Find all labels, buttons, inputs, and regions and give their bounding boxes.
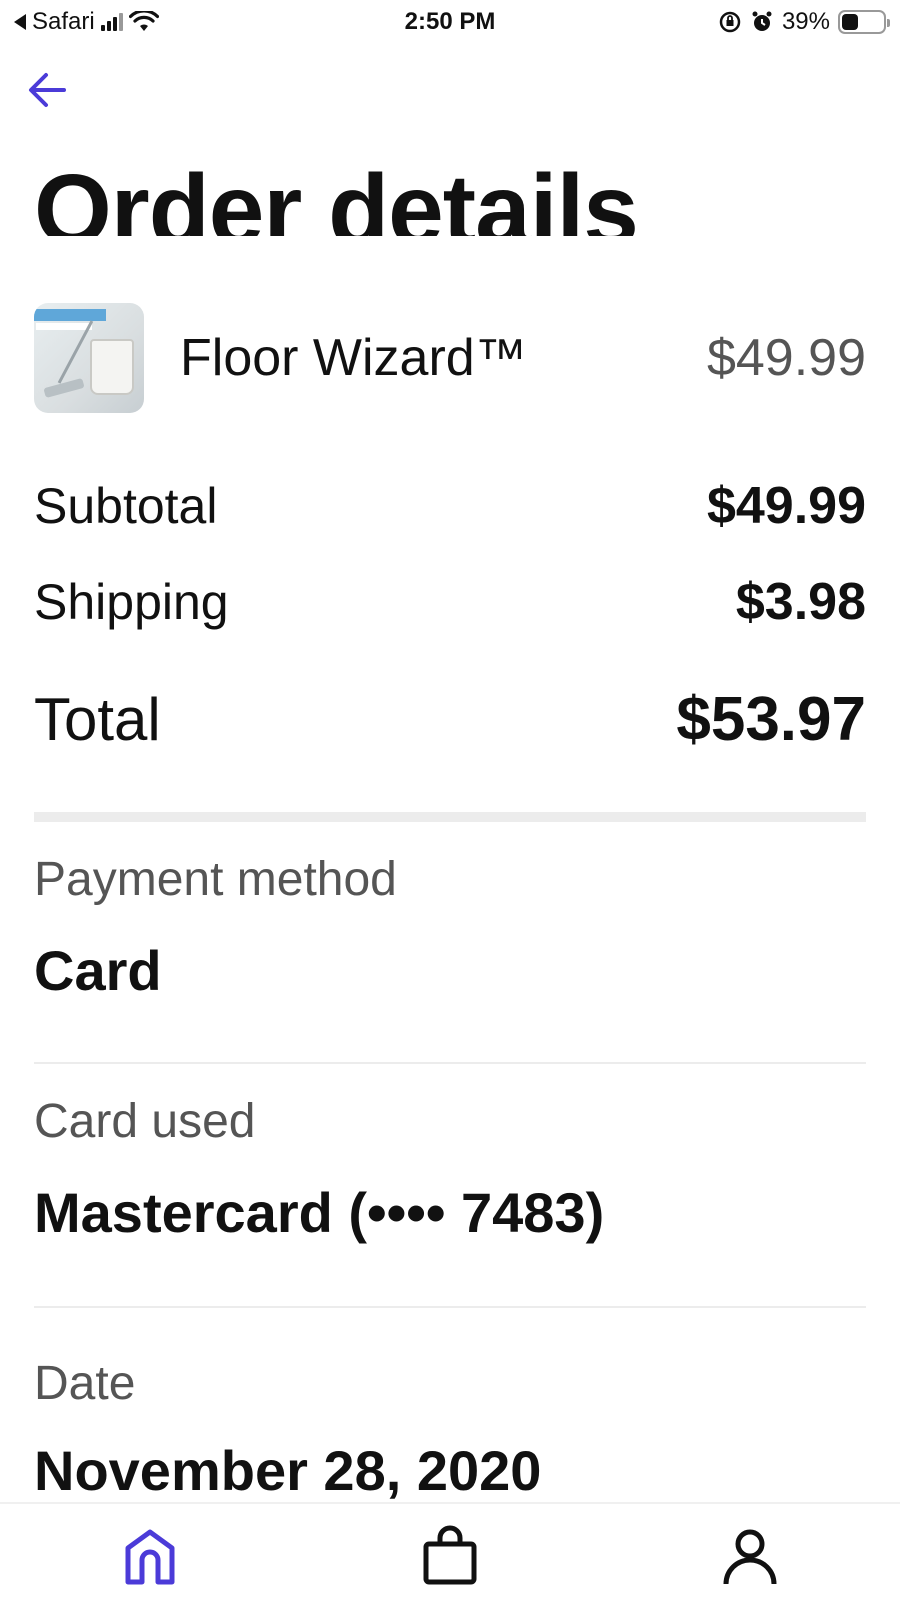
status-bar: Safari 2:50 PM 39% [0,0,900,46]
payment-method-label: Payment method [34,853,397,906]
shipping-row: Shipping $3.98 [34,572,866,632]
item-price: $49.99 [706,329,866,387]
bottom-nav-bar [0,1502,900,1600]
payment-method-value: Card [34,939,162,1002]
subtotal-value: $49.99 [706,477,866,535]
product-image-band [34,309,106,321]
profile-icon[interactable] [718,1524,782,1588]
shipping-label: Shipping [34,574,229,630]
date-label: Date [34,1357,136,1410]
divider [34,1306,866,1308]
order-item-row[interactable]: Floor Wizard™ $49.99 [34,303,866,413]
home-icon[interactable] [118,1524,182,1588]
total-label: Total [34,686,161,753]
page-title: Order details [34,154,639,236]
date-value: November 28, 2020 [34,1439,542,1502]
back-arrow-icon[interactable] [24,66,72,114]
page-title-container: Order details [34,150,854,236]
alarm-icon [752,11,772,31]
subtotal-label: Subtotal [34,478,218,534]
product-thumbnail [34,303,144,413]
shopping-bag-icon[interactable] [418,1524,482,1588]
section-divider [34,812,866,822]
total-value: $53.97 [676,685,866,754]
subtotal-row: Subtotal $49.99 [34,476,866,536]
battery-percent: 39% [781,8,830,35]
card-used-label: Card used [34,1095,256,1148]
total-row: Total $53.97 [34,684,866,755]
battery-icon [838,10,890,34]
item-name: Floor Wizard™ [180,329,527,387]
divider [34,1062,866,1064]
orientation-lock-icon [719,11,741,33]
bucket-illustration [90,339,134,395]
card-used-value: Mastercard (•••• 7483) [34,1181,605,1244]
shipping-value: $3.98 [735,573,866,631]
